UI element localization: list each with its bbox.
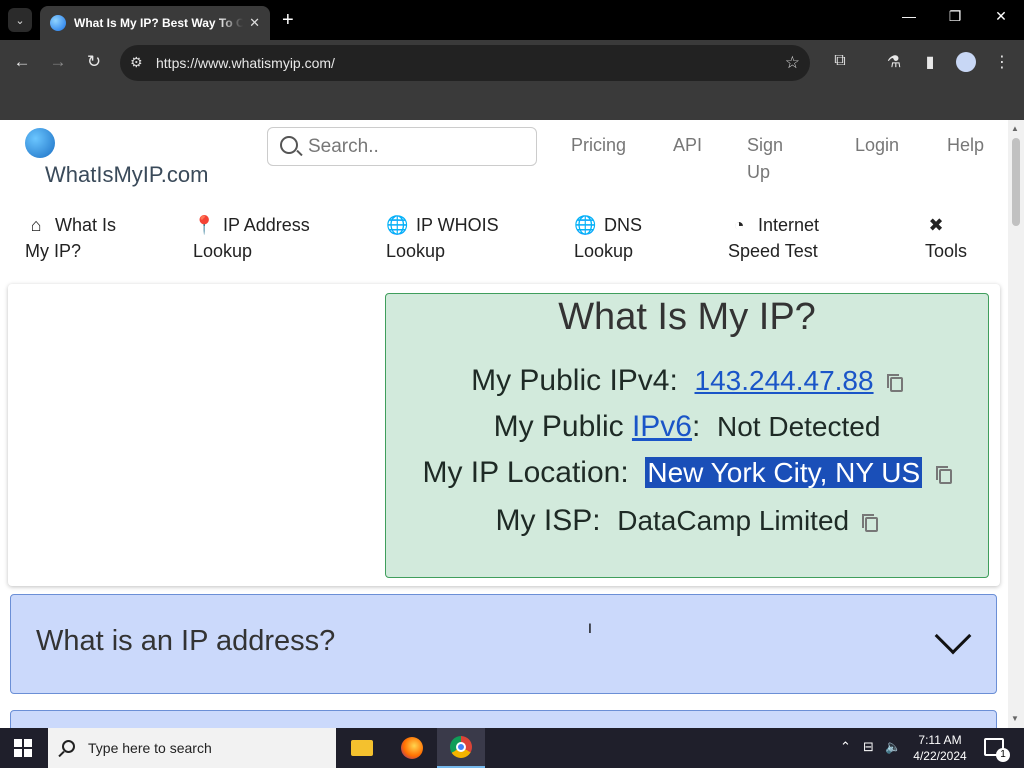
nav-label: Tools bbox=[925, 241, 968, 261]
ipv6-label-suffix: : bbox=[691, 410, 701, 443]
sign-up-link[interactable]: Sign Up bbox=[747, 132, 787, 186]
forward-icon[interactable]: → bbox=[46, 52, 70, 72]
speedometer-icon: ◔ bbox=[733, 215, 745, 235]
isp-value: DataCamp Limited bbox=[617, 505, 850, 536]
scroll-down-icon[interactable]: ▼ bbox=[1011, 714, 1019, 723]
minimize-button[interactable]: — bbox=[894, 8, 924, 24]
network-icon[interactable]: ⊟ bbox=[863, 739, 874, 755]
favicon-icon bbox=[50, 15, 66, 31]
ipv4-row: My Public IPv4: 143.244.47.88 bbox=[386, 364, 988, 398]
side-panel-icon[interactable]: ▮ bbox=[919, 52, 941, 72]
taskbar-search-input[interactable]: Type here to search bbox=[48, 728, 336, 768]
location-row: My IP Location: New York City, NY US bbox=[386, 456, 988, 490]
page-scrollbar[interactable]: ▲ ▼ bbox=[1008, 120, 1024, 728]
firefox-app[interactable] bbox=[388, 728, 436, 768]
extensions-icon[interactable]: ⧉ bbox=[829, 52, 851, 70]
bookmark-star-icon[interactable]: ☆ bbox=[785, 53, 800, 73]
nav-internet-speed-test[interactable]: ◔ Internet Speed Test bbox=[728, 212, 848, 264]
firefox-icon bbox=[401, 737, 423, 759]
nav-ip-address-lookup[interactable]: 📍 IP Address Lookup bbox=[193, 212, 323, 264]
site-info-icon[interactable]: ⚙ bbox=[130, 54, 143, 71]
site-search-input[interactable]: Search.. bbox=[267, 127, 537, 166]
chrome-menu-icon[interactable]: ⋮ bbox=[991, 52, 1013, 72]
reload-icon[interactable]: ↻ bbox=[82, 52, 106, 72]
api-link[interactable]: API bbox=[673, 132, 702, 159]
windows-start-icon[interactable] bbox=[14, 739, 32, 757]
location-label: My IP Location: bbox=[422, 456, 629, 489]
faq-accordion-item-next[interactable] bbox=[10, 710, 997, 728]
active-tab[interactable]: What Is My IP? Best Way To Check Your Pu… bbox=[40, 6, 270, 40]
scroll-up-icon[interactable]: ▲ bbox=[1011, 124, 1019, 133]
maximize-button[interactable]: ❐ bbox=[940, 8, 970, 25]
login-link[interactable]: Login bbox=[855, 132, 899, 159]
copy-icon[interactable] bbox=[886, 374, 903, 392]
chrome-icon bbox=[450, 736, 472, 758]
ipv6-label-prefix: My Public bbox=[493, 410, 632, 443]
search-placeholder: Search.. bbox=[308, 135, 379, 157]
nav-ip-whois-lookup[interactable]: 🌐 IP WHOIS Lookup bbox=[386, 212, 516, 264]
help-link[interactable]: Help bbox=[947, 132, 984, 159]
tab-search-icon[interactable]: ⌄ bbox=[8, 8, 32, 32]
clock-date: 4/22/2024 bbox=[913, 749, 967, 763]
taskbar-clock[interactable]: 7:11 AM 4/22/2024 bbox=[905, 732, 975, 764]
isp-row: My ISP: DataCamp Limited bbox=[386, 504, 988, 538]
taskbar-search-placeholder: Type here to search bbox=[88, 740, 212, 756]
logo-globe-icon[interactable] bbox=[25, 128, 55, 158]
tray-chevron-icon[interactable]: ⌃ bbox=[840, 739, 851, 755]
ipv6-link[interactable]: IPv6 bbox=[632, 410, 692, 443]
address-bar[interactable]: ⚙ https://www.whatismyip.com/ ☆ bbox=[120, 45, 810, 81]
globe-icon: 🌐 bbox=[386, 215, 409, 235]
clock-time: 7:11 AM bbox=[918, 733, 962, 747]
labs-icon[interactable]: ⚗ bbox=[883, 52, 905, 72]
volume-icon[interactable]: 🔈 bbox=[885, 739, 901, 755]
copy-icon[interactable] bbox=[935, 466, 952, 484]
scrollbar-thumb[interactable] bbox=[1012, 138, 1020, 226]
home-icon: ⌂ bbox=[30, 215, 42, 235]
ipv6-value: Not Detected bbox=[717, 411, 881, 442]
site-logo[interactable]: WhatIsMyIP.com bbox=[45, 162, 208, 188]
tools-icon: ✖ bbox=[928, 215, 944, 235]
chevron-down-icon bbox=[934, 617, 972, 655]
ip-card-title: What Is My IP? bbox=[558, 296, 816, 338]
tab-strip: ⌄ What Is My IP? Best Way To Check Your … bbox=[0, 0, 1024, 40]
search-icon bbox=[280, 136, 298, 154]
location-value: New York City, NY US bbox=[645, 457, 923, 488]
ipv6-row: My Public IPv6: Not Detected bbox=[386, 410, 988, 444]
bookmark-bar bbox=[0, 86, 1024, 120]
back-icon[interactable]: ← bbox=[10, 52, 34, 72]
nav-dns-lookup[interactable]: 🌐 DNS Lookup bbox=[574, 212, 674, 264]
nav-tools[interactable]: ✖ Tools bbox=[925, 212, 985, 264]
close-window-button[interactable]: ✕ bbox=[986, 8, 1016, 25]
faq-question: What is an IP address? bbox=[36, 625, 336, 657]
faq-accordion-item[interactable]: What is an IP address? bbox=[10, 594, 997, 694]
profile-avatar-icon[interactable] bbox=[956, 52, 976, 72]
pricing-link[interactable]: Pricing bbox=[571, 132, 626, 159]
ip-info-card: What Is My IP? My Public IPv4: 143.244.4… bbox=[385, 293, 989, 578]
tab-title: What Is My IP? Best Way To Check Your Pu… bbox=[74, 16, 244, 30]
copy-icon[interactable] bbox=[862, 514, 879, 532]
chrome-app[interactable] bbox=[437, 728, 485, 768]
url-text: https://www.whatismyip.com/ bbox=[156, 55, 335, 71]
map-pin-icon: 📍 bbox=[193, 215, 216, 235]
notification-count: 1 bbox=[996, 748, 1010, 762]
new-tab-button[interactable]: + bbox=[282, 8, 294, 32]
isp-label: My ISP: bbox=[495, 504, 601, 537]
ipv4-value[interactable]: 143.244.47.88 bbox=[695, 365, 874, 396]
ipv4-label: My Public IPv4: bbox=[471, 364, 678, 397]
file-explorer-app[interactable] bbox=[338, 728, 386, 768]
windows-taskbar: Type here to search ⌃ ⊟ 🔈 7:11 AM 4/22/2… bbox=[0, 728, 1024, 768]
folder-icon bbox=[351, 740, 373, 756]
text-cursor-icon: I bbox=[588, 620, 592, 636]
tab-close-icon[interactable]: ✕ bbox=[249, 15, 260, 31]
page-viewport: WhatIsMyIP.com Search.. Pricing API Sign… bbox=[0, 120, 1008, 728]
dns-globe-icon: 🌐 bbox=[574, 215, 597, 235]
search-icon bbox=[62, 740, 75, 753]
nav-what-is-my-ip[interactable]: ⌂ What Is My IP? bbox=[25, 212, 135, 264]
browser-toolbar: ← → ↻ ⚙ https://www.whatismyip.com/ ☆ ⧉ … bbox=[0, 40, 1024, 86]
